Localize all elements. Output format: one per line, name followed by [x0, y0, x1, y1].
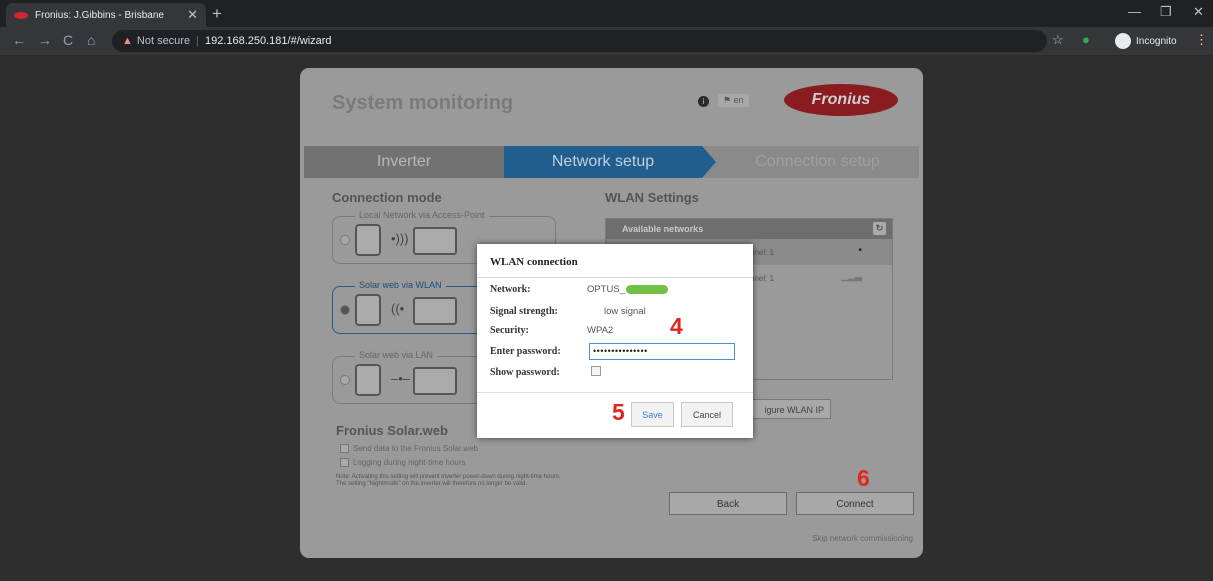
forward-arrow-icon[interactable]: →: [38, 32, 52, 48]
bookmark-star-icon[interactable]: ☆: [1052, 32, 1064, 48]
configure-wlan-ip-button[interactable]: igure WLAN IP: [745, 399, 831, 419]
signal-bars-icon: ▁▂▃: [841, 271, 862, 281]
send-data-option[interactable]: Send data to the Fronius Solar.web: [340, 444, 478, 454]
password-row: Enter password:: [490, 346, 561, 357]
url-text: 192.168.250.181/#/wizard: [204, 35, 332, 47]
dialog-divider: [477, 392, 753, 393]
wifi-signal-icon: •))): [391, 231, 409, 246]
security-value: WPA2: [587, 325, 614, 336]
network-label: Network:: [490, 284, 531, 295]
night-mode-note: Note: Activating this setting will preve…: [336, 474, 561, 487]
page-title: System monitoring: [332, 92, 514, 114]
checkbox-checked[interactable]: [340, 444, 349, 454]
browser-tab[interactable]: Fronius: J.Gibbins - Brisbane ✕: [6, 3, 206, 27]
network-row: Network: OPTUS_: [490, 284, 669, 295]
fronius-favicon-icon: [14, 11, 28, 19]
dialog-title: WLAN connection: [477, 244, 753, 278]
menu-kebab-icon[interactable]: ⋮: [1195, 32, 1208, 48]
available-networks-header: Available networks ↻: [606, 219, 892, 239]
connection-mode-title: Connection mode: [332, 190, 442, 205]
signal-label: Signal strength:: [490, 306, 558, 317]
save-button[interactable]: Save: [631, 402, 674, 427]
skip-network-link[interactable]: Skip network commissioning: [812, 534, 913, 543]
security-label: Security:: [490, 325, 529, 336]
network-channel: nnel: 1: [750, 274, 775, 283]
step-connection-setup[interactable]: Connection setup: [716, 146, 919, 178]
annotation-step-4: 4: [670, 313, 683, 339]
window-close-icon[interactable]: ✕: [1193, 4, 1204, 20]
tab-title: Fronius: J.Gibbins - Brisbane: [35, 9, 164, 21]
fronius-logo: Fronius: [784, 84, 898, 116]
address-separator: |: [196, 35, 199, 47]
logging-option[interactable]: Logging during night-time hours: [340, 458, 466, 468]
reload-icon[interactable]: C: [63, 32, 73, 48]
incognito-label: Incognito: [1136, 35, 1177, 47]
available-networks-label: Available networks: [622, 224, 704, 234]
warning-icon: ▲: [122, 35, 133, 47]
solarweb-title: Fronius Solar.web: [336, 423, 448, 438]
info-icon[interactable]: i: [698, 96, 709, 107]
network-channel: nnel: 1: [750, 248, 775, 257]
restore-icon[interactable]: ❐: [1160, 4, 1172, 20]
browser-toolbar: ← → C ⌂ ▲ Not secure | 192.168.250.181/#…: [0, 27, 1213, 56]
network-name: OPTUS_: [587, 284, 626, 295]
inverter-icon: [355, 364, 381, 396]
home-icon[interactable]: ⌂: [87, 32, 95, 48]
wizard-steps: Inverter Network setup Connection setup: [304, 146, 919, 178]
extension-icon[interactable]: ●: [1082, 32, 1090, 47]
address-bar[interactable]: ▲ Not secure | 192.168.250.181/#/wizard: [112, 30, 1047, 52]
step-arrow: [702, 146, 716, 178]
show-password-checkbox[interactable]: [591, 366, 601, 376]
incognito-indicator[interactable]: Incognito: [1115, 31, 1177, 51]
show-password-row: Show password:: [490, 367, 560, 378]
tab-close-icon[interactable]: ✕: [187, 7, 198, 23]
back-button[interactable]: Back: [669, 492, 787, 515]
show-password-label: Show password:: [490, 367, 560, 378]
language-selector[interactable]: ⚑ en: [718, 94, 749, 107]
not-secure-label: Not secure: [136, 35, 191, 47]
mode-label: Solar web via LAN: [355, 350, 438, 360]
language-label: en: [733, 95, 744, 105]
annotation-step-5: 5: [612, 399, 625, 425]
signal-row: Signal strength: low signal: [490, 306, 646, 317]
inverter-icon: [355, 224, 381, 256]
inverter-icon: [355, 294, 381, 326]
step-inverter[interactable]: Inverter: [304, 146, 504, 178]
step-network-setup[interactable]: Network setup: [504, 146, 702, 178]
back-arrow-icon[interactable]: ←: [12, 32, 26, 48]
annotation-step-6: 6: [857, 465, 870, 491]
router-icon: [413, 297, 457, 325]
minimize-icon[interactable]: —: [1128, 4, 1141, 19]
network-value: OPTUS_: [587, 284, 669, 295]
radio-button-selected[interactable]: [340, 305, 350, 315]
radio-button[interactable]: [340, 375, 350, 385]
signal-value: low signal: [604, 306, 646, 317]
password-label: Enter password:: [490, 346, 561, 357]
mode-label: Solar web via WLAN: [355, 280, 446, 290]
logging-label: Logging during night-time hours: [353, 458, 466, 467]
wlan-settings-title: WLAN Settings: [605, 190, 699, 205]
ethernet-plug-icon: –•–: [391, 371, 411, 386]
redacted-marker: [626, 284, 669, 294]
connect-button[interactable]: Connect: [796, 492, 914, 515]
browser-tab-bar: Fronius: J.Gibbins - Brisbane ✕ + — ❐ ✕: [0, 0, 1213, 27]
cancel-button[interactable]: Cancel: [681, 402, 733, 427]
wifi-signal-icon: ((•: [391, 301, 405, 316]
signal-indicator-icon: •: [858, 245, 862, 256]
laptop-icon: [413, 227, 457, 255]
refresh-icon[interactable]: ↻: [873, 222, 886, 235]
new-tab-button[interactable]: +: [212, 4, 222, 24]
mode-label: Local Network via Access-Point: [355, 210, 489, 220]
password-input[interactable]: •••••••••••••••: [589, 343, 735, 360]
security-row: Security: WPA2: [490, 325, 613, 336]
send-data-label: Send data to the Fronius Solar.web: [353, 444, 478, 453]
router-icon: [413, 367, 457, 395]
radio-button[interactable]: [340, 235, 350, 245]
incognito-icon: [1115, 33, 1131, 49]
checkbox[interactable]: [340, 458, 349, 468]
